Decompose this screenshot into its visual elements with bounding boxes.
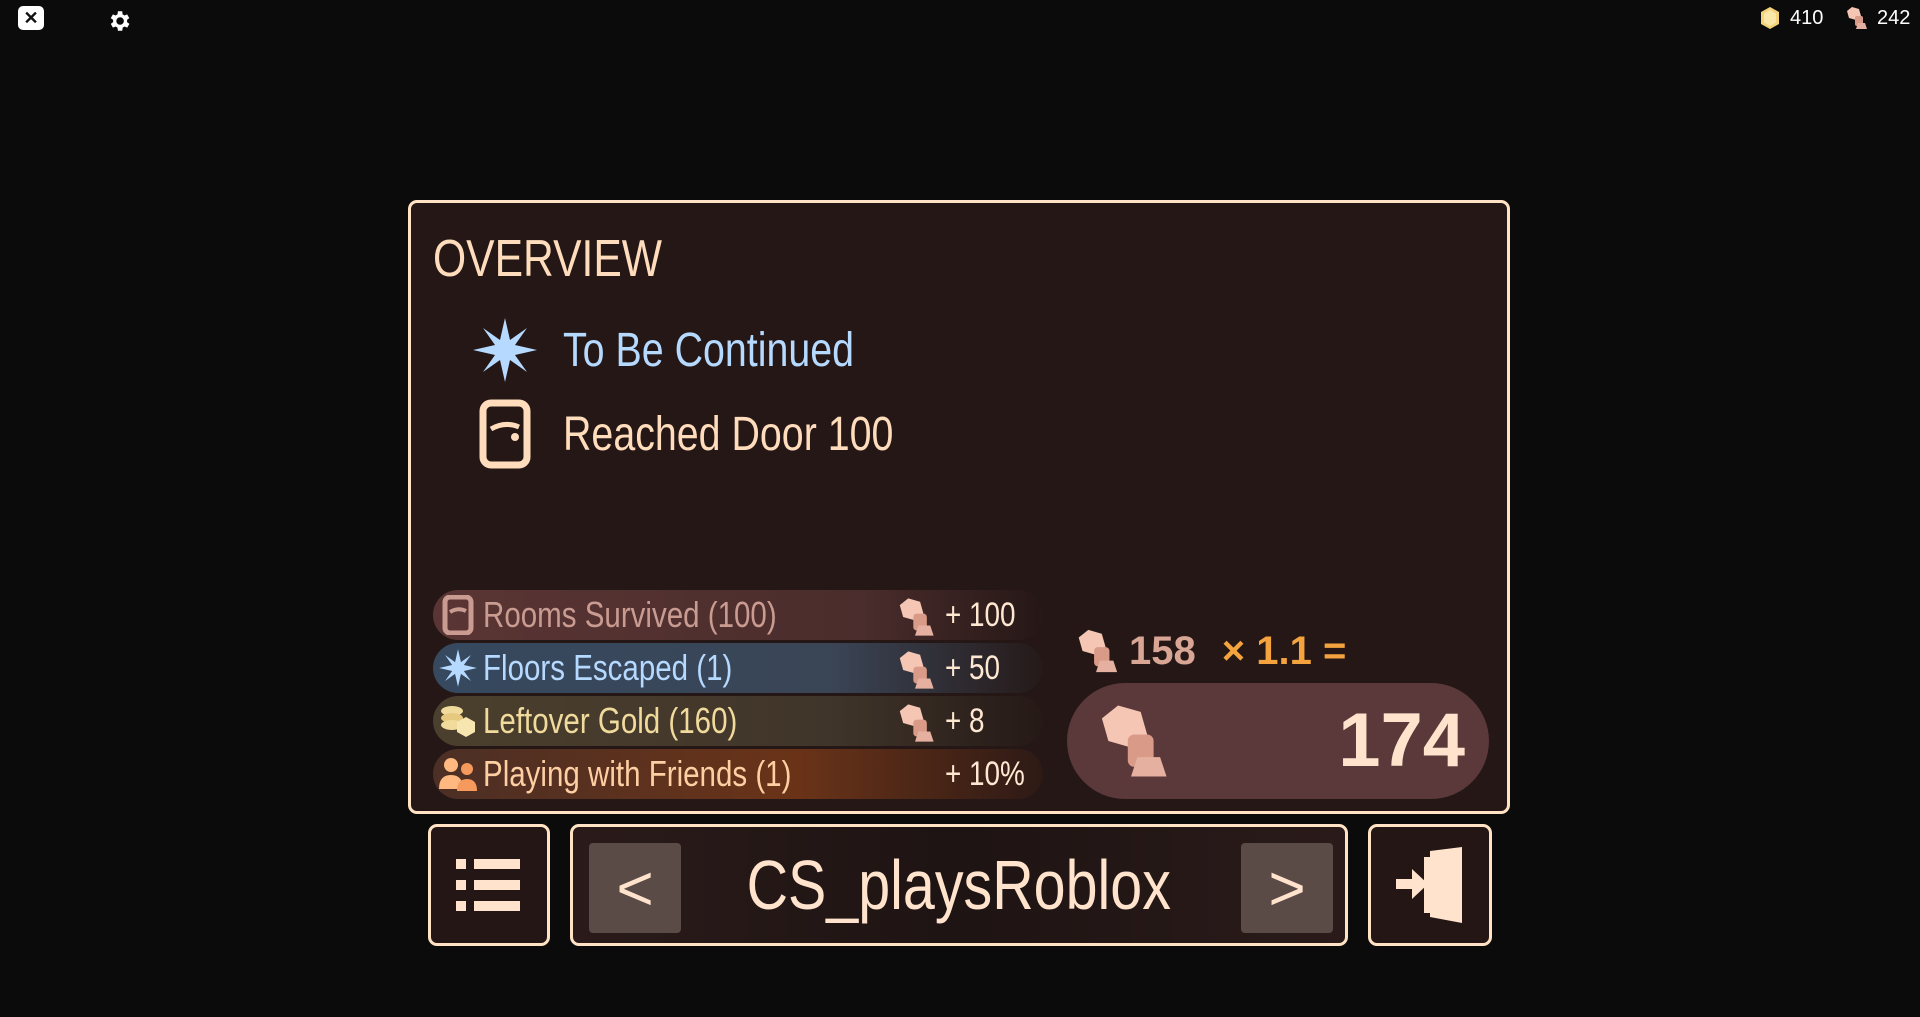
knob-icon — [899, 651, 934, 689]
gear-icon — [110, 11, 130, 31]
subtotal-value: 158 — [1129, 628, 1196, 673]
achievement-item: Reached Door 100 — [471, 399, 966, 469]
achievement-label: Reached Door 100 — [563, 407, 894, 461]
knob-icon — [1078, 629, 1118, 673]
reward-label: Rooms Survived (100) — [483, 594, 777, 635]
overview-panel: OVERVIEW To Be Continued Reached Door 10… — [408, 200, 1510, 814]
reward-row-gold: Leftover Gold (160) + 8 — [433, 696, 1043, 746]
reward-label: Leftover Gold (160) — [483, 700, 738, 741]
knob-icon — [1101, 705, 1167, 777]
subtotal-line: 158 × 1.1 = — [1071, 623, 1346, 679]
exit-door-icon — [1396, 847, 1462, 923]
reward-row-friends: Playing with Friends (1) + 10% — [433, 749, 1043, 799]
knob-icon — [899, 598, 934, 636]
reward-label: Floors Escaped (1) — [483, 647, 733, 688]
gold-counter: 410 — [1758, 4, 1823, 32]
list-icon — [456, 859, 520, 911]
reward-row-floors: Floors Escaped (1) + 50 — [433, 643, 1043, 693]
gold-coin-icon — [1761, 7, 1779, 29]
knob-icon — [899, 704, 934, 742]
overview-title: OVERVIEW — [433, 230, 663, 288]
reward-value: + 10% — [945, 754, 1025, 793]
player-name: CS_playsRoblox — [746, 846, 1172, 924]
reward-row-rooms: Rooms Survived (100) + 100 — [433, 590, 1043, 640]
total-value: 174 — [1338, 698, 1465, 783]
reward-value: + 100 — [945, 595, 1016, 634]
achievement-label: To Be Continued — [563, 323, 855, 377]
multiplier: × 1.1 = — [1221, 628, 1347, 673]
close-button[interactable]: ✕ — [18, 6, 44, 30]
star-burst-icon — [473, 318, 537, 382]
star-burst-icon — [433, 643, 483, 693]
close-icon: ✕ — [23, 7, 39, 28]
exit-button[interactable] — [1368, 824, 1492, 946]
player-selector: < CS_playsRoblox > — [570, 824, 1348, 946]
knob-icon — [1847, 7, 1867, 29]
coins-icon — [433, 696, 483, 746]
gold-amount: 410 — [1790, 6, 1824, 29]
knobs-counter: 242 — [1843, 4, 1910, 32]
knobs-amount: 242 — [1877, 6, 1911, 29]
chevron-right-icon: > — [1268, 852, 1306, 924]
door-icon — [433, 590, 483, 640]
achievement-item: To Be Continued — [471, 315, 918, 385]
settings-button[interactable] — [104, 6, 134, 36]
list-button[interactable] — [428, 824, 550, 946]
friends-icon — [433, 749, 483, 799]
door-icon — [479, 399, 531, 469]
reward-value: + 8 — [945, 701, 985, 740]
reward-label: Playing with Friends (1) — [483, 753, 792, 794]
next-player-button[interactable]: > — [1241, 843, 1333, 933]
reward-value: + 50 — [945, 648, 1001, 687]
total-box: 174 — [1067, 683, 1489, 799]
